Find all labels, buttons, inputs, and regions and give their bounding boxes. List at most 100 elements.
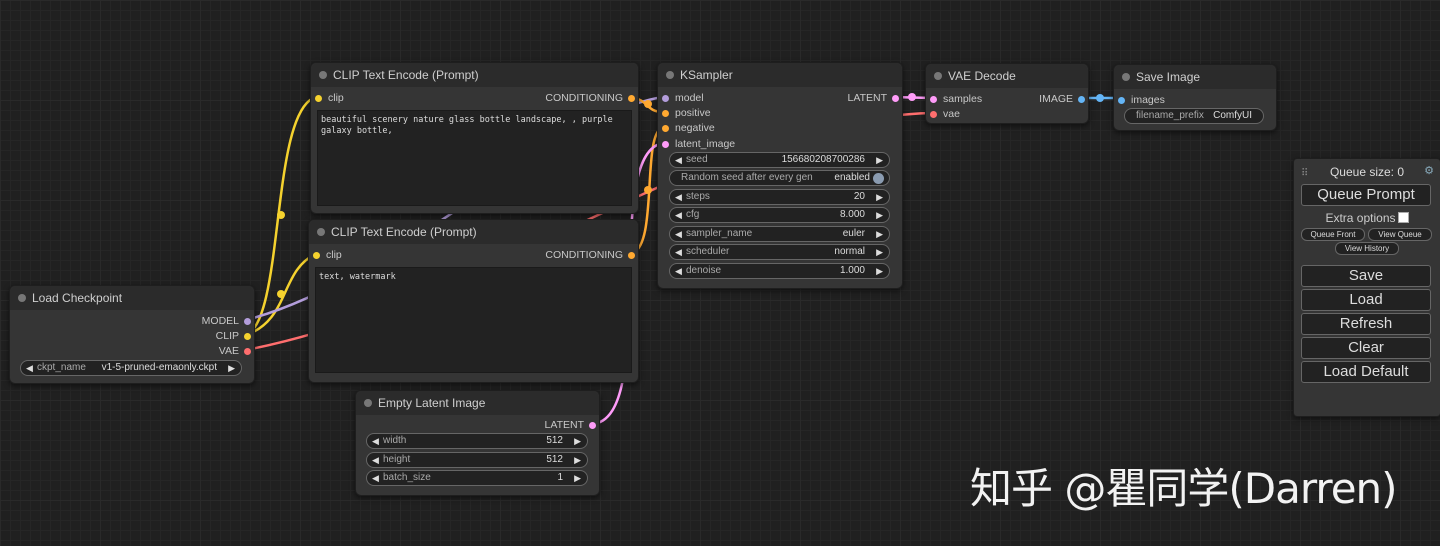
arrow-right-icon[interactable]: ▶	[574, 471, 581, 485]
ckpt-name-combo[interactable]: ◀ ckpt_name v1-5-pruned-emaonly.ckpt ▶	[20, 360, 242, 376]
image-pin-icon[interactable]	[1118, 97, 1125, 104]
output-slot-conditioning[interactable]: CONDITIONING	[545, 92, 635, 104]
arrow-left-icon[interactable]: ◀	[675, 264, 682, 278]
clip-pin-icon[interactable]	[313, 252, 320, 259]
node-empty-latent-image[interactable]: Empty Latent Image LATENT ◀ width 512 ▶ …	[355, 390, 600, 496]
refresh-button[interactable]: Refresh	[1301, 313, 1431, 335]
view-queue-button[interactable]: View Queue	[1368, 228, 1432, 241]
collapse-dot-icon[interactable]	[666, 71, 674, 79]
arrow-left-icon[interactable]: ◀	[372, 434, 379, 448]
node-title[interactable]: VAE Decode	[926, 64, 1088, 88]
view-history-button[interactable]: View History	[1335, 242, 1399, 255]
node-load-checkpoint[interactable]: Load Checkpoint MODEL CLIP VAE ◀ ckpt_na…	[9, 285, 255, 384]
prompt-textarea[interactable]: beautiful scenery nature glass bottle la…	[317, 110, 632, 206]
model-pin-icon[interactable]	[244, 318, 251, 325]
clear-button[interactable]: Clear	[1301, 337, 1431, 359]
latent-pin-icon[interactable]	[892, 95, 899, 102]
input-slot-model[interactable]: model	[662, 92, 704, 104]
node-title[interactable]: KSampler	[658, 63, 902, 87]
output-slot-conditioning[interactable]: CONDITIONING	[545, 249, 635, 261]
model-pin-icon[interactable]	[662, 95, 669, 102]
denoise-widget[interactable]: ◀ denoise 1.000 ▶	[669, 263, 890, 279]
conditioning-pin-icon[interactable]	[662, 110, 669, 117]
conditioning-pin-icon[interactable]	[662, 125, 669, 132]
sampler-name-combo[interactable]: ◀ sampler_name euler ▶	[669, 226, 890, 242]
image-pin-icon[interactable]	[1078, 96, 1085, 103]
arrow-right-icon[interactable]: ▶	[574, 434, 581, 448]
clip-pin-icon[interactable]	[244, 333, 251, 340]
arrow-right-icon[interactable]: ▶	[876, 153, 883, 167]
extra-options-checkbox[interactable]	[1397, 212, 1409, 223]
input-slot-negative[interactable]: negative	[662, 122, 715, 134]
load-default-button[interactable]: Load Default	[1301, 361, 1431, 383]
conditioning-pin-icon[interactable]	[628, 252, 635, 259]
arrow-left-icon[interactable]: ◀	[675, 245, 682, 259]
input-slot-vae[interactable]: vae	[930, 108, 960, 120]
node-title[interactable]: Save Image	[1114, 65, 1276, 89]
output-slot-latent[interactable]: LATENT	[545, 419, 596, 431]
vae-pin-icon[interactable]	[244, 348, 251, 355]
output-slot-vae[interactable]: VAE	[219, 345, 251, 357]
node-vae-decode[interactable]: VAE Decode samples vae IMAGE	[925, 63, 1089, 124]
arrow-right-icon[interactable]: ▶	[876, 264, 883, 278]
scheduler-combo[interactable]: ◀ scheduler normal ▶	[669, 244, 890, 260]
prompt-textarea[interactable]: text, watermark	[315, 267, 632, 373]
node-clip-text-encode-negative[interactable]: CLIP Text Encode (Prompt) clip CONDITION…	[308, 219, 639, 383]
arrow-left-icon[interactable]: ◀	[372, 453, 379, 467]
width-widget[interactable]: ◀ width 512 ▶	[366, 433, 588, 449]
queue-front-button[interactable]: Queue Front	[1301, 228, 1365, 241]
arrow-right-icon[interactable]: ▶	[876, 190, 883, 204]
vae-pin-icon[interactable]	[930, 111, 937, 118]
input-slot-clip[interactable]: clip	[315, 92, 344, 104]
node-title[interactable]: CLIP Text Encode (Prompt)	[309, 220, 638, 244]
input-slot-latent-image[interactable]: latent_image	[662, 138, 735, 150]
save-button[interactable]: Save	[1301, 265, 1431, 287]
latent-pin-icon[interactable]	[662, 141, 669, 148]
arrow-left-icon[interactable]: ◀	[675, 227, 682, 241]
gear-icon[interactable]: ⚙	[1424, 164, 1434, 177]
queue-prompt-button[interactable]: Queue Prompt	[1301, 184, 1431, 206]
node-clip-text-encode-positive[interactable]: CLIP Text Encode (Prompt) clip CONDITION…	[310, 62, 639, 214]
latent-pin-icon[interactable]	[930, 96, 937, 103]
load-button[interactable]: Load	[1301, 289, 1431, 311]
collapse-dot-icon[interactable]	[317, 228, 325, 236]
arrow-left-icon[interactable]: ◀	[675, 208, 682, 222]
node-ksampler[interactable]: KSampler model positive negative latent_…	[657, 62, 903, 289]
latent-pin-icon[interactable]	[589, 422, 596, 429]
height-widget[interactable]: ◀ height 512 ▶	[366, 452, 588, 468]
collapse-dot-icon[interactable]	[1122, 73, 1130, 81]
arrow-left-icon[interactable]: ◀	[675, 153, 682, 167]
arrow-right-icon[interactable]: ▶	[228, 361, 235, 375]
output-slot-model[interactable]: MODEL	[202, 315, 251, 327]
conditioning-pin-icon[interactable]	[628, 95, 635, 102]
clip-pin-icon[interactable]	[315, 95, 322, 102]
steps-widget[interactable]: ◀ steps 20 ▶	[669, 189, 890, 205]
output-slot-latent[interactable]: LATENT	[848, 92, 899, 104]
random-seed-toggle[interactable]: Random seed after every gen enabled	[669, 170, 890, 186]
node-title[interactable]: Load Checkpoint	[10, 286, 254, 310]
arrow-left-icon[interactable]: ◀	[26, 361, 33, 375]
input-slot-samples[interactable]: samples	[930, 93, 982, 105]
arrow-right-icon[interactable]: ▶	[574, 453, 581, 467]
input-slot-clip[interactable]: clip	[313, 249, 342, 261]
arrow-right-icon[interactable]: ▶	[876, 245, 883, 259]
node-save-image[interactable]: Save Image images filename_prefix ComfyU…	[1113, 64, 1277, 131]
filename-prefix-input[interactable]: filename_prefix ComfyUI	[1124, 108, 1264, 124]
collapse-dot-icon[interactable]	[364, 399, 372, 407]
collapse-dot-icon[interactable]	[934, 72, 942, 80]
toggle-knob-icon[interactable]	[873, 173, 884, 184]
arrow-right-icon[interactable]: ▶	[876, 227, 883, 241]
node-title[interactable]: CLIP Text Encode (Prompt)	[311, 63, 638, 87]
input-slot-images[interactable]: images	[1118, 94, 1165, 106]
arrow-left-icon[interactable]: ◀	[372, 471, 379, 485]
arrow-right-icon[interactable]: ▶	[876, 208, 883, 222]
collapse-dot-icon[interactable]	[319, 71, 327, 79]
cfg-widget[interactable]: ◀ cfg 8.000 ▶	[669, 207, 890, 223]
arrow-left-icon[interactable]: ◀	[675, 190, 682, 204]
input-slot-positive[interactable]: positive	[662, 107, 711, 119]
seed-widget[interactable]: ◀ seed 156680208700286 ▶	[669, 152, 890, 168]
batch-size-widget[interactable]: ◀ batch_size 1 ▶	[366, 470, 588, 486]
collapse-dot-icon[interactable]	[18, 294, 26, 302]
node-title[interactable]: Empty Latent Image	[356, 391, 599, 415]
output-slot-image[interactable]: IMAGE	[1039, 93, 1085, 105]
